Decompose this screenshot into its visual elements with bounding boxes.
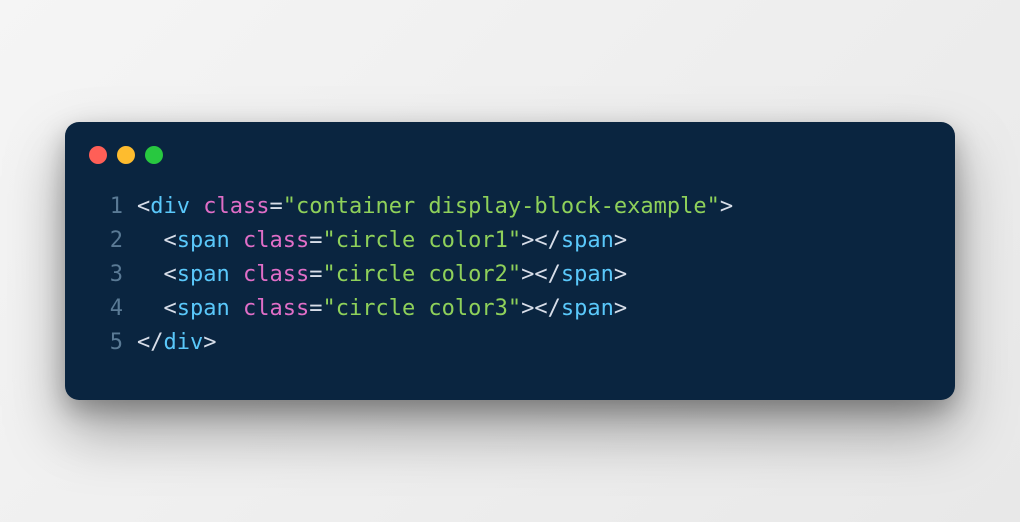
token-eq: = xyxy=(309,296,322,321)
maximize-icon[interactable] xyxy=(145,146,163,164)
token-punct xyxy=(230,228,243,253)
token-tag: div xyxy=(150,194,190,219)
token-punct: < xyxy=(164,228,177,253)
window-titlebar xyxy=(65,146,955,190)
token-tag: span xyxy=(561,296,614,321)
line-number: 5 xyxy=(89,326,123,360)
code-window: 1<div class="container display-block-exa… xyxy=(65,122,955,400)
line-content: </div> xyxy=(137,326,217,360)
token-eq: = xyxy=(309,262,322,287)
line-number: 3 xyxy=(89,258,123,292)
token-tag: span xyxy=(177,262,230,287)
token-punct: ></ xyxy=(521,296,561,321)
line-content: <div class="container display-block-exam… xyxy=(137,190,733,224)
line-content: <span class="circle color2"></span> xyxy=(137,258,627,292)
code-area: 1<div class="container display-block-exa… xyxy=(65,190,955,360)
token-eq: = xyxy=(309,228,322,253)
indent xyxy=(137,262,164,287)
token-eq: = xyxy=(269,194,282,219)
token-string: "circle color1" xyxy=(322,228,521,253)
token-attr: class xyxy=(243,228,309,253)
line-content: <span class="circle color1"></span> xyxy=(137,224,627,258)
token-tag: div xyxy=(164,330,204,355)
line-number: 4 xyxy=(89,292,123,326)
token-attr: class xyxy=(243,296,309,321)
token-punct: ></ xyxy=(521,228,561,253)
token-attr: class xyxy=(243,262,309,287)
token-punct xyxy=(230,262,243,287)
token-punct: > xyxy=(203,330,216,355)
code-line: 1 <div class="container display-block-exa… xyxy=(89,190,931,224)
close-icon[interactable] xyxy=(89,146,107,164)
code-line: 5 </div> xyxy=(89,326,931,360)
token-punct: </ xyxy=(137,330,164,355)
token-punct: < xyxy=(164,296,177,321)
token-punct: > xyxy=(720,194,733,219)
token-string: "container display-block-example" xyxy=(283,194,720,219)
line-number: 2 xyxy=(89,224,123,258)
token-punct: > xyxy=(614,262,627,287)
token-tag: span xyxy=(561,228,614,253)
token-punct: < xyxy=(164,262,177,287)
token-punct xyxy=(230,296,243,321)
line-number: 1 xyxy=(89,190,123,224)
code-line: 3 <span class="circle color2"></span> xyxy=(89,258,931,292)
token-punct: < xyxy=(137,194,150,219)
token-punct xyxy=(190,194,203,219)
code-line: 4 <span class="circle color3"></span> xyxy=(89,292,931,326)
token-string: "circle color2" xyxy=(322,262,521,287)
token-punct: ></ xyxy=(521,262,561,287)
code-line: 2 <span class="circle color1"></span> xyxy=(89,224,931,258)
indent xyxy=(137,296,164,321)
token-tag: span xyxy=(177,296,230,321)
indent xyxy=(137,228,164,253)
token-attr: class xyxy=(203,194,269,219)
line-content: <span class="circle color3"></span> xyxy=(137,292,627,326)
token-punct: > xyxy=(614,296,627,321)
minimize-icon[interactable] xyxy=(117,146,135,164)
token-tag: span xyxy=(177,228,230,253)
token-punct: > xyxy=(614,228,627,253)
token-tag: span xyxy=(561,262,614,287)
token-string: "circle color3" xyxy=(322,296,521,321)
